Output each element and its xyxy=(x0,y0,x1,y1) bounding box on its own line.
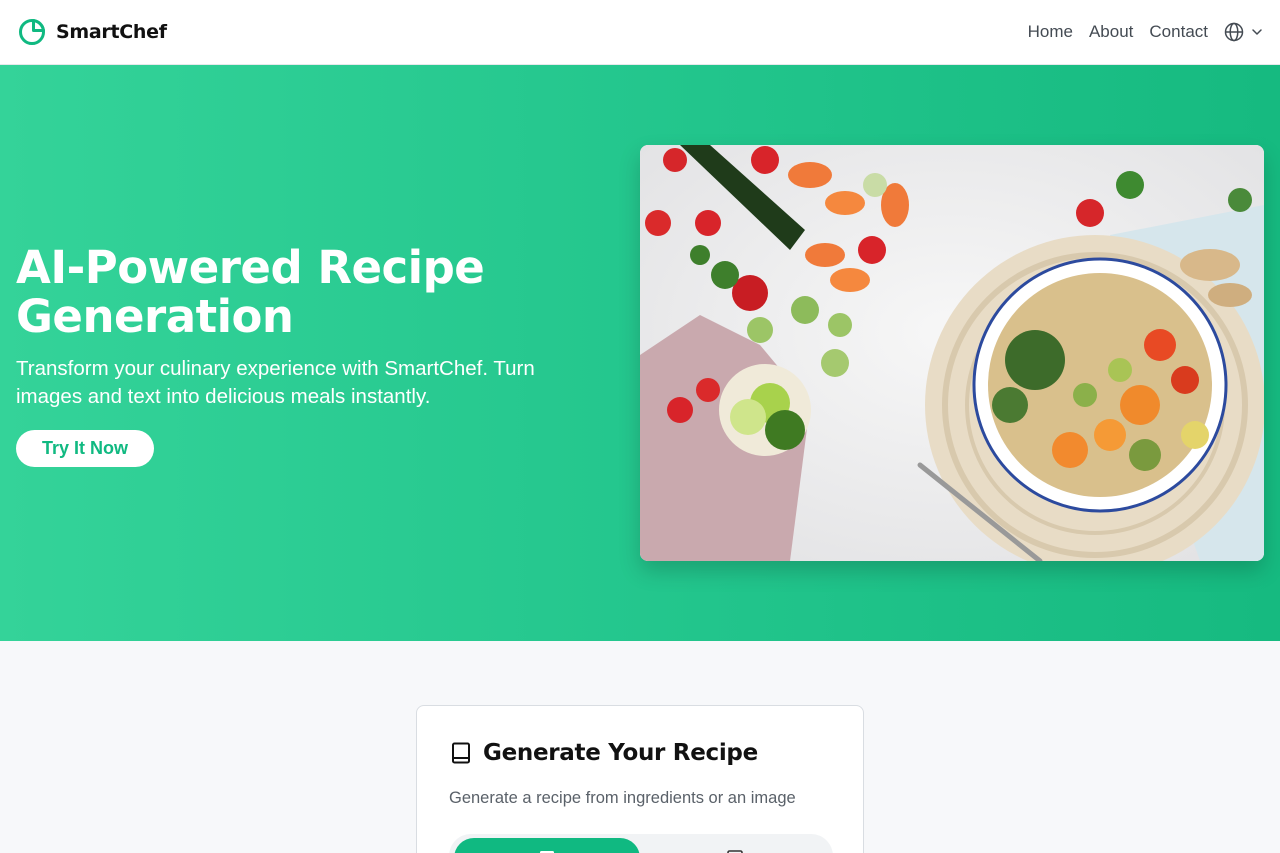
globe-icon xyxy=(1224,22,1244,42)
hero-food-image xyxy=(640,145,1264,561)
generate-recipe-card: Generate Your Recipe Generate a recipe f… xyxy=(416,705,864,853)
hero-section: AI-Powered Recipe Generation Transform y… xyxy=(0,65,1280,641)
food-photo xyxy=(640,145,1264,561)
image-icon xyxy=(727,850,743,853)
try-it-now-button[interactable]: Try It Now xyxy=(16,430,154,467)
nav-links: Home About Contact xyxy=(1028,22,1264,42)
tab-image[interactable] xyxy=(642,838,828,853)
nav-link-contact[interactable]: Contact xyxy=(1149,22,1208,42)
smartchef-logo-icon xyxy=(19,19,45,45)
hero-subtitle: Transform your culinary experience with … xyxy=(16,357,535,408)
book-icon xyxy=(452,742,470,764)
card-header: Generate Your Recipe xyxy=(449,740,758,766)
card-description: Generate a recipe from ingredients or an… xyxy=(449,789,796,807)
card-title: Generate Your Recipe xyxy=(483,740,758,766)
text-icon xyxy=(540,851,554,853)
tab-text[interactable] xyxy=(454,838,640,853)
language-selector[interactable] xyxy=(1224,22,1264,42)
nav-link-about[interactable]: About xyxy=(1089,22,1133,42)
brand-name: SmartChef xyxy=(56,21,167,43)
chevron-down-icon xyxy=(1252,29,1262,35)
nav-link-home[interactable]: Home xyxy=(1028,22,1073,42)
input-mode-tabs xyxy=(449,834,833,853)
hero-title: AI-Powered Recipe Generation xyxy=(16,241,485,343)
brand[interactable]: SmartChef xyxy=(18,18,167,46)
navbar: SmartChef Home About Contact xyxy=(0,0,1280,65)
